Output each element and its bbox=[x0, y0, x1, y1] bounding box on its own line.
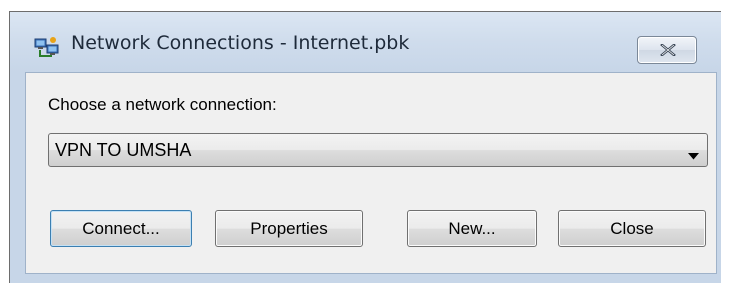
window-title: Network Connections - Internet.pbk bbox=[71, 32, 410, 54]
new-connection-button[interactable]: New... bbox=[407, 210, 537, 247]
connection-select-value: VPN TO UMSHA bbox=[55, 140, 192, 160]
network-connections-dialog: Network Connections - Internet.pbk Choos… bbox=[9, 11, 730, 283]
chevron-down-icon bbox=[688, 147, 699, 165]
desktop-background-right bbox=[721, 0, 730, 283]
connection-select[interactable]: VPN TO UMSHA bbox=[48, 133, 708, 167]
network-connections-icon bbox=[34, 36, 60, 60]
close-icon bbox=[660, 44, 676, 56]
window-close-button[interactable] bbox=[637, 36, 697, 64]
connection-prompt-label: Choose a network connection: bbox=[48, 95, 277, 114]
title-bar[interactable]: Network Connections - Internet.pbk bbox=[10, 12, 730, 74]
properties-button[interactable]: Properties bbox=[215, 210, 363, 247]
connect-button[interactable]: Connect... bbox=[50, 210, 192, 247]
dialog-body: Choose a network connection: VPN TO UMSH… bbox=[25, 72, 717, 274]
close-button[interactable]: Close bbox=[558, 210, 706, 247]
